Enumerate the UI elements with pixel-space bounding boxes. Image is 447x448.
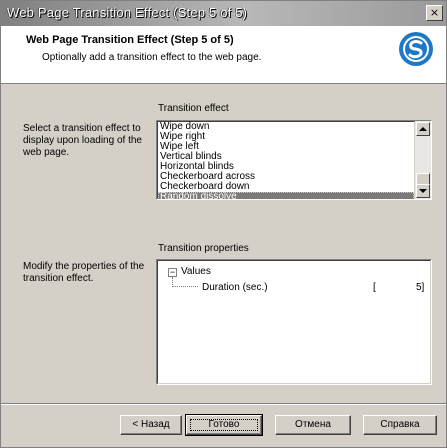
header-title: Web Page Transition Effect (Step 5 of 5) — [26, 34, 234, 46]
transition-effect-description: Select a transition effect to display up… — [23, 123, 142, 158]
footer-separator — [1, 403, 446, 405]
transition-properties-label: Transition properties — [158, 243, 249, 254]
transition-effect-list[interactable]: Wipe down Wipe right Wipe left Vertical … — [156, 120, 432, 200]
finish-button[interactable]: Готово — [185, 414, 263, 436]
transition-properties-description: Modify the properties of the transition … — [23, 261, 145, 284]
window-title: Web Page Transition Effect (Step 5 of 5) — [7, 5, 248, 20]
properties-grid[interactable]: − Values Duration (sec.) [ 5] — [156, 259, 432, 385]
scroll-down-icon[interactable] — [416, 184, 430, 198]
app-logo-icon — [399, 32, 433, 66]
properties-tree: − Values Duration (sec.) [ 5] — [157, 260, 431, 384]
tree-group-values: Values — [181, 266, 211, 277]
list-scrollbar[interactable] — [415, 121, 431, 199]
scroll-up-icon[interactable] — [416, 122, 430, 136]
wizard-header: Web Page Transition Effect (Step 5 of 5)… — [1, 26, 446, 84]
back-button[interactable]: < Назад — [120, 415, 182, 435]
tree-connector — [172, 286, 198, 287]
list-item-selected[interactable]: Random dissolve — [158, 192, 414, 199]
tree-collapse-icon[interactable]: − — [168, 268, 177, 277]
property-value-bracket: [ — [373, 282, 376, 293]
transition-list-items: Wipe down Wipe right Wipe left Vertical … — [157, 121, 415, 199]
help-button[interactable]: Справка — [363, 415, 437, 435]
title-bar[interactable]: Web Page Transition Effect (Step 5 of 5)… — [1, 1, 446, 26]
transition-effect-label: Transition effect — [158, 103, 229, 114]
header-subtitle: Optionally add a transition effect to th… — [42, 52, 262, 63]
duration-value-field[interactable]: 5] — [416, 282, 424, 293]
close-icon[interactable]: × — [426, 5, 443, 21]
property-name-duration: Duration (sec.) — [202, 282, 268, 293]
wizard-window: Web Page Transition Effect (Step 5 of 5)… — [0, 0, 447, 448]
cancel-button[interactable]: Отмена — [275, 415, 351, 435]
